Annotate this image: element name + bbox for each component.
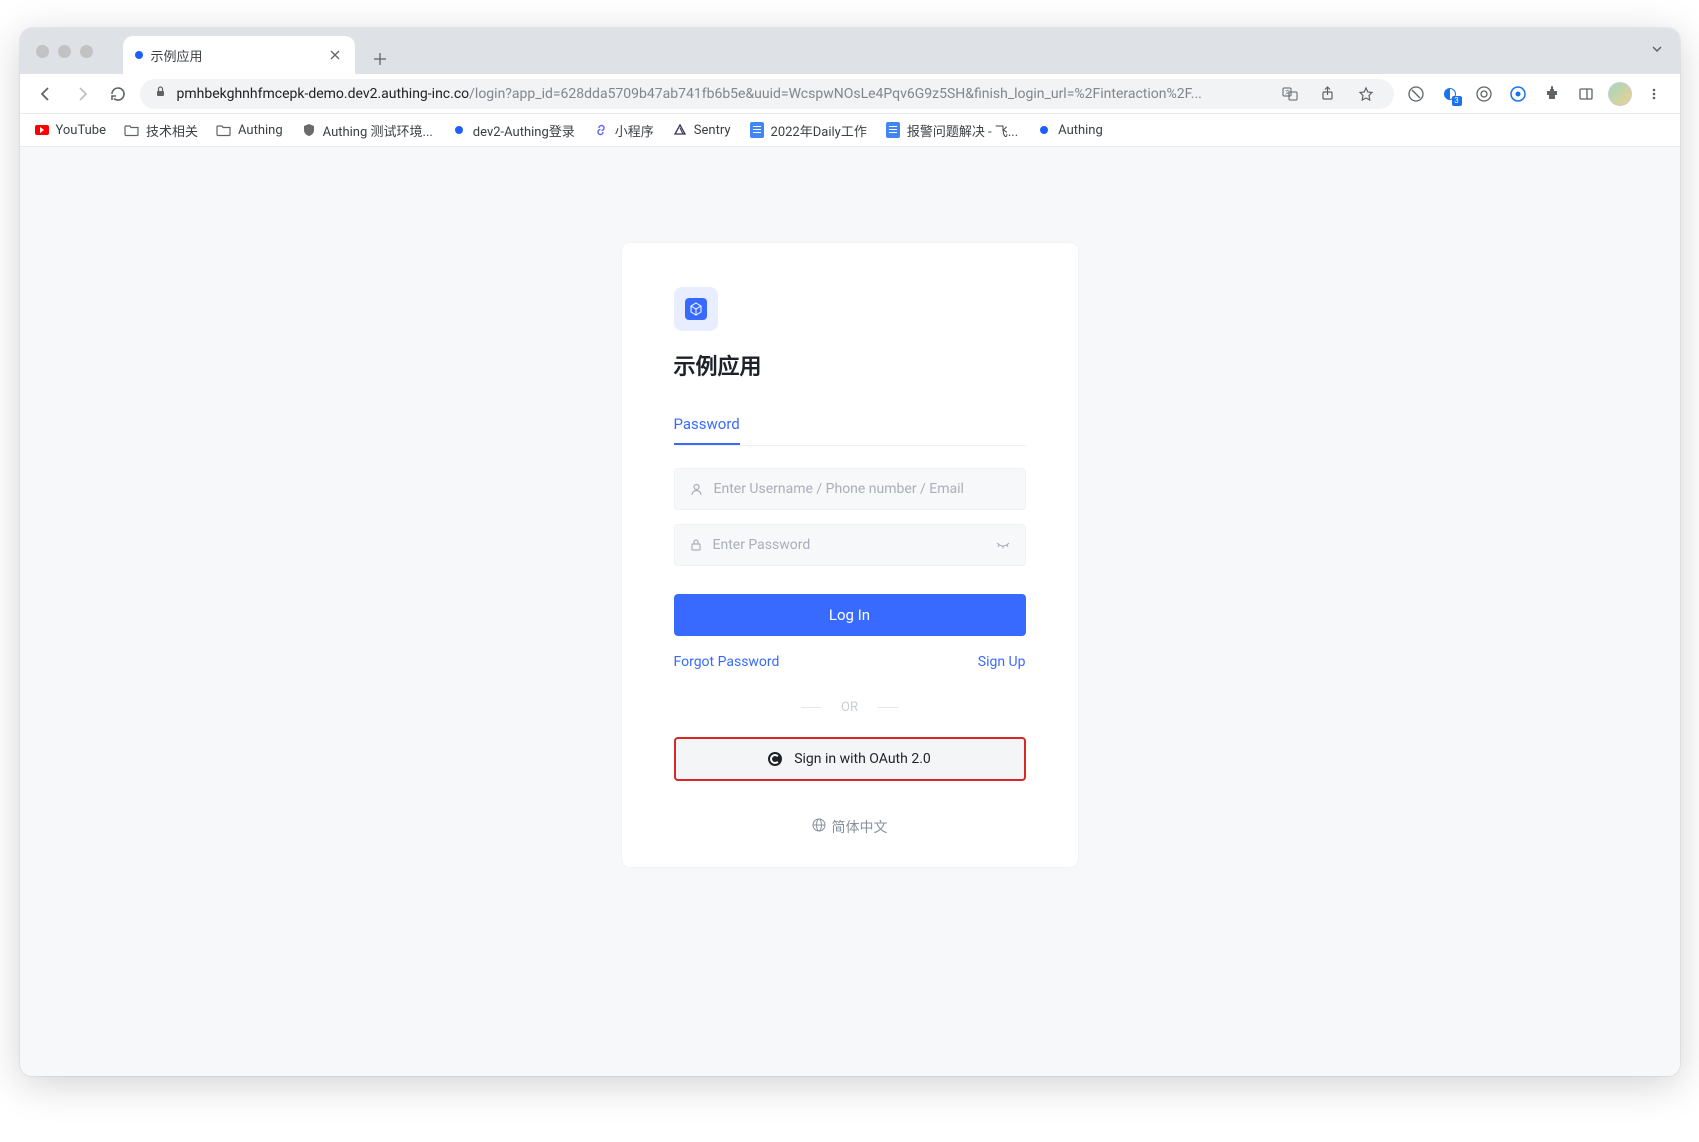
bookmark-label: Authing [1058,123,1103,138]
language-selector[interactable]: 简体中文 [674,817,1026,837]
bookmark-label: dev2-Authing登录 [473,121,575,140]
tab-title: 示例应用 [151,46,319,65]
bookmark-authing-2[interactable]: Authing [1036,122,1103,138]
eye-closed-icon[interactable] [995,537,1011,553]
side-panel-icon[interactable] [1572,80,1600,108]
bookmark-label: Authing 测试环境... [323,121,433,140]
bookmark-label: Authing [238,123,283,138]
url-bar[interactable]: pmhbekghnhfmcepk-demo.dev2.authing-inc.c… [140,79,1394,109]
content-area: 示例应用 Password Log In For [20,147,1680,1076]
dot-icon [455,126,463,134]
extension-3-icon[interactable] [1470,80,1498,108]
bookmark-folder-authing[interactable]: Authing [216,122,283,138]
reload-button[interactable] [104,80,132,108]
divider-line [801,707,821,708]
title-bar: 示例应用 [20,28,1680,74]
shield-icon [301,122,317,138]
bookmark-folder-tech[interactable]: 技术相关 [124,121,198,140]
bookmark-miniprogram[interactable]: 小程序 [593,121,654,140]
youtube-icon [35,125,49,135]
tab-password[interactable]: Password [674,415,740,445]
extension-1-icon[interactable] [1402,80,1430,108]
bookmark-label: Sentry [694,123,731,138]
bookmark-authing-test[interactable]: Authing 测试环境... [301,121,433,140]
browser-tab[interactable]: 示例应用 [123,36,355,74]
new-tab-button[interactable] [365,44,395,74]
back-button[interactable] [32,80,60,108]
browser-window: 示例应用 pmhbekghnhfmcepk-demo. [20,28,1680,1076]
bookmarks-bar: YouTube 技术相关 Authing Authing 测试环境... dev… [20,114,1680,147]
bookmark-label: 2022年Daily工作 [771,121,867,140]
extension-4-icon[interactable] [1504,80,1532,108]
login-tabs: Password [674,415,1026,446]
bookmark-label: YouTube [56,123,107,138]
bookmark-label: 小程序 [615,121,654,140]
bookmark-daily[interactable]: 2022年Daily工作 [749,121,867,140]
tabs-area: 示例应用 [123,28,395,74]
oauth-icon [768,752,782,766]
sentry-icon [672,122,688,138]
link-icon [593,122,609,138]
close-window-button[interactable] [36,45,49,58]
bookmark-label: 技术相关 [146,121,198,140]
login-button[interactable]: Log In [674,594,1026,636]
app-title: 示例应用 [674,349,1026,381]
links-row: Forgot Password Sign Up [674,654,1026,670]
globe-icon [812,818,826,836]
minimize-window-button[interactable] [58,45,71,58]
address-bar-row: pmhbekghnhfmcepk-demo.dev2.authing-inc.c… [20,74,1680,114]
profile-avatar[interactable] [1606,80,1634,108]
extensions-menu-icon[interactable] [1538,80,1566,108]
maximize-window-button[interactable] [80,45,93,58]
dot-icon [1040,126,1048,134]
bookmark-sentry[interactable]: Sentry [672,122,731,138]
divider: OR [674,700,1026,715]
username-input[interactable] [714,481,1011,497]
expand-tabs-button[interactable] [1650,42,1664,60]
url-text: pmhbekghnhfmcepk-demo.dev2.authing-inc.c… [177,86,1266,102]
bookmark-label: 报警问题解决 - 飞... [907,121,1018,140]
login-card: 示例应用 Password Log In For [622,243,1078,867]
traffic-lights [36,45,93,58]
forgot-password-link[interactable]: Forgot Password [674,654,780,670]
oauth-signin-button[interactable]: Sign in with OAuth 2.0 [674,737,1026,781]
folder-icon [216,122,232,138]
password-field[interactable] [674,524,1026,566]
user-icon [689,482,704,497]
document-icon [750,122,764,138]
language-label: 简体中文 [832,817,888,837]
lock-icon [689,538,703,552]
bookmark-dev2-authing[interactable]: dev2-Authing登录 [451,121,575,140]
translate-icon[interactable]: 文 [1276,80,1304,108]
app-logo [674,287,718,331]
oauth-label: Sign in with OAuth 2.0 [794,751,931,767]
document-icon [886,122,900,138]
cube-icon [685,298,707,320]
username-field[interactable] [674,468,1026,510]
lock-icon [154,85,167,102]
extension-icons: 3 [1402,80,1668,108]
folder-icon [124,122,140,138]
forward-button[interactable] [68,80,96,108]
extension-2-icon[interactable]: 3 [1436,80,1464,108]
tab-close-button[interactable] [327,47,343,63]
svg-text:文: 文 [1285,89,1290,96]
browser-menu-button[interactable] [1640,80,1668,108]
star-icon[interactable] [1352,80,1380,108]
divider-line [878,707,898,708]
bookmark-youtube[interactable]: YouTube [34,122,107,138]
divider-label: OR [841,700,858,715]
share-icon[interactable] [1314,80,1342,108]
signup-link[interactable]: Sign Up [978,654,1026,670]
extension-badge: 3 [1452,96,1462,106]
bookmark-alarm[interactable]: 报警问题解决 - 飞... [885,121,1018,140]
tab-favicon-icon [135,51,143,59]
password-input[interactable] [713,537,985,553]
